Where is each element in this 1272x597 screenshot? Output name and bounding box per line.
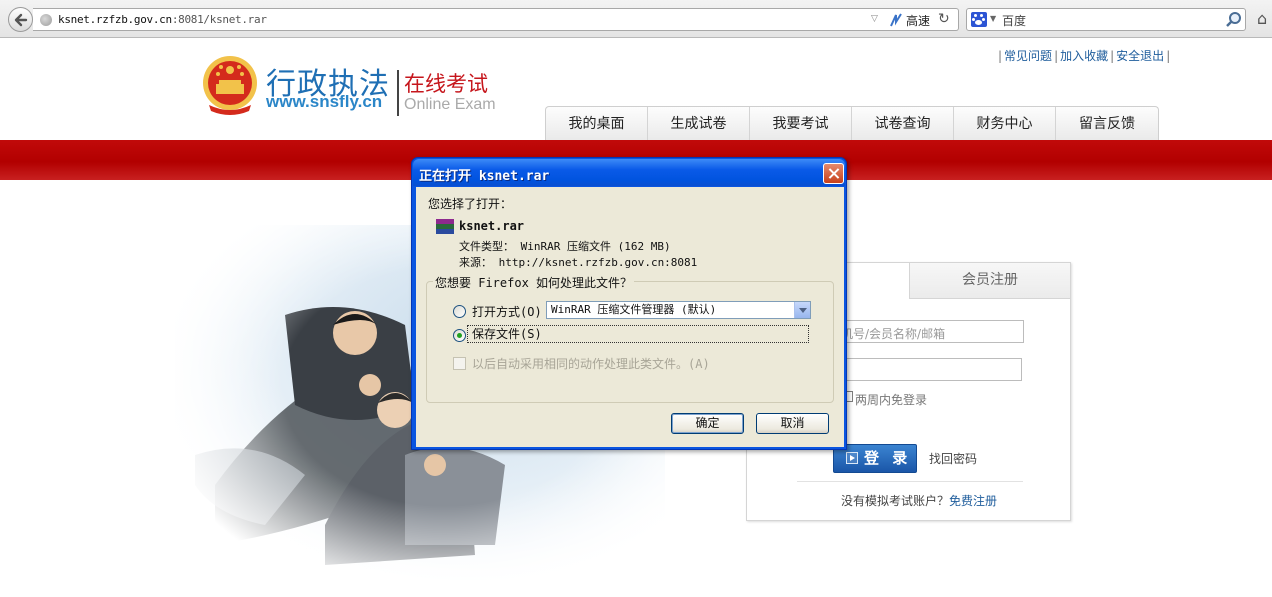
nav-finance[interactable]: 财务中心 bbox=[954, 107, 1056, 141]
globe-icon bbox=[40, 14, 52, 26]
link-favorite[interactable]: 加入收藏 bbox=[1060, 49, 1108, 63]
national-emblem-icon bbox=[203, 56, 257, 115]
link-logout[interactable]: 安全退出 bbox=[1116, 49, 1164, 63]
forgot-password-link[interactable]: 找回密码 bbox=[929, 450, 977, 467]
nav-feedback[interactable]: 留言反馈 bbox=[1056, 107, 1158, 141]
speed-icon bbox=[890, 13, 902, 27]
remember-label: 两周内免登录 bbox=[855, 393, 928, 407]
browser-toolbar: ksnet.rzfzb.gov.cn:8081/ksnet.rar ▽ 高速 ↻… bbox=[0, 0, 1272, 38]
close-icon[interactable] bbox=[823, 163, 844, 184]
open-with-label[interactable]: 打开方式(O) bbox=[472, 303, 542, 320]
engine-dropdown-icon[interactable]: ▼ bbox=[990, 14, 996, 23]
dialog-body: 您选择了打开： ksnet.rar 文件类型： WinRAR 压缩文件 (162… bbox=[416, 187, 844, 447]
address-bar[interactable]: ksnet.rzfzb.gov.cn:8081/ksnet.rar ▽ 高速 ↻ bbox=[33, 8, 959, 31]
logo-subtitle-en: Online Exam bbox=[404, 96, 496, 113]
logo-divider bbox=[397, 70, 399, 116]
file-type: 文件类型： WinRAR 压缩文件 (162 MB) bbox=[459, 240, 671, 253]
save-file-radio[interactable] bbox=[453, 329, 466, 342]
file-name: ksnet.rar bbox=[459, 219, 525, 233]
url-dropdown-icon[interactable]: ▽ bbox=[871, 14, 878, 24]
username-placeholder: 机号/会员名称/邮箱 bbox=[841, 327, 946, 341]
search-engine-label[interactable]: 百度 bbox=[1002, 12, 1026, 29]
tab-register[interactable]: 会员注册 bbox=[909, 263, 1070, 299]
logo-subtitle: 在线考试 bbox=[404, 72, 488, 96]
main-nav: 我的桌面 生成试卷 我要考试 试卷查询 财务中心 留言反馈 bbox=[545, 106, 1159, 141]
file-source: 来源： http://ksnet.rzfzb.gov.cn:8081 bbox=[459, 256, 698, 269]
ok-button[interactable]: 确定 bbox=[671, 413, 744, 434]
dialog-title: 正在打开 ksnet.rar bbox=[419, 169, 550, 184]
open-with-radio[interactable] bbox=[453, 305, 466, 318]
reload-icon[interactable]: ↻ bbox=[938, 11, 950, 27]
logo-url: www.snsfly.cn bbox=[266, 92, 383, 111]
open-with-select[interactable]: WinRAR 压缩文件管理器 (默认) bbox=[546, 301, 811, 319]
search-bar[interactable]: ▼ 百度 bbox=[966, 8, 1246, 31]
dialog-titlebar[interactable]: 正在打开 ksnet.rar bbox=[413, 159, 845, 186]
panel-divider bbox=[797, 481, 1023, 482]
username-input[interactable]: 机号/会员名称/邮箱 bbox=[832, 320, 1024, 343]
download-dialog: 正在打开 ksnet.rar 您选择了打开： ksnet.rar 文件类型： W… bbox=[411, 157, 847, 450]
chose-label: 您选择了打开： bbox=[428, 197, 513, 211]
no-account-text: 没有模拟考试账户？ bbox=[841, 494, 950, 508]
free-register-link[interactable]: 免费注册 bbox=[949, 494, 997, 508]
nav-paper-query[interactable]: 试卷查询 bbox=[852, 107, 954, 141]
no-account-row: 没有模拟考试账户？免费注册 bbox=[841, 492, 997, 509]
back-arrow-icon bbox=[14, 13, 28, 27]
nav-desktop[interactable]: 我的桌面 bbox=[546, 107, 648, 141]
top-links: | 常见问题 | 加入收藏 | 安全退出 | bbox=[998, 49, 1171, 63]
nav-take-exam[interactable]: 我要考试 bbox=[750, 107, 852, 141]
cancel-button[interactable]: 取消 bbox=[756, 413, 829, 434]
action-question: 您想要 Firefox 如何处理此文件？ bbox=[433, 274, 635, 291]
nav-generate-paper[interactable]: 生成试卷 bbox=[648, 107, 750, 141]
chevron-down-icon[interactable] bbox=[794, 302, 810, 318]
speed-label[interactable]: 高速 bbox=[906, 12, 930, 29]
winrar-archive-icon bbox=[436, 219, 454, 235]
back-button[interactable] bbox=[8, 7, 33, 32]
auto-action-checkbox[interactable] bbox=[453, 357, 466, 370]
search-icon[interactable] bbox=[1225, 11, 1243, 29]
password-input[interactable] bbox=[832, 358, 1022, 381]
baidu-paw-icon[interactable] bbox=[971, 12, 987, 27]
home-icon[interactable]: ⌂ bbox=[1257, 9, 1267, 28]
url-text[interactable]: ksnet.rzfzb.gov.cn:8081/ksnet.rar bbox=[58, 13, 267, 26]
save-file-label[interactable]: 保存文件(S) bbox=[467, 325, 809, 343]
link-faq[interactable]: 常见问题 bbox=[1004, 49, 1052, 63]
auto-action-label: 以后自动采用相同的动作处理此类文件。(A) bbox=[472, 357, 710, 371]
play-arrow-icon bbox=[846, 452, 858, 464]
